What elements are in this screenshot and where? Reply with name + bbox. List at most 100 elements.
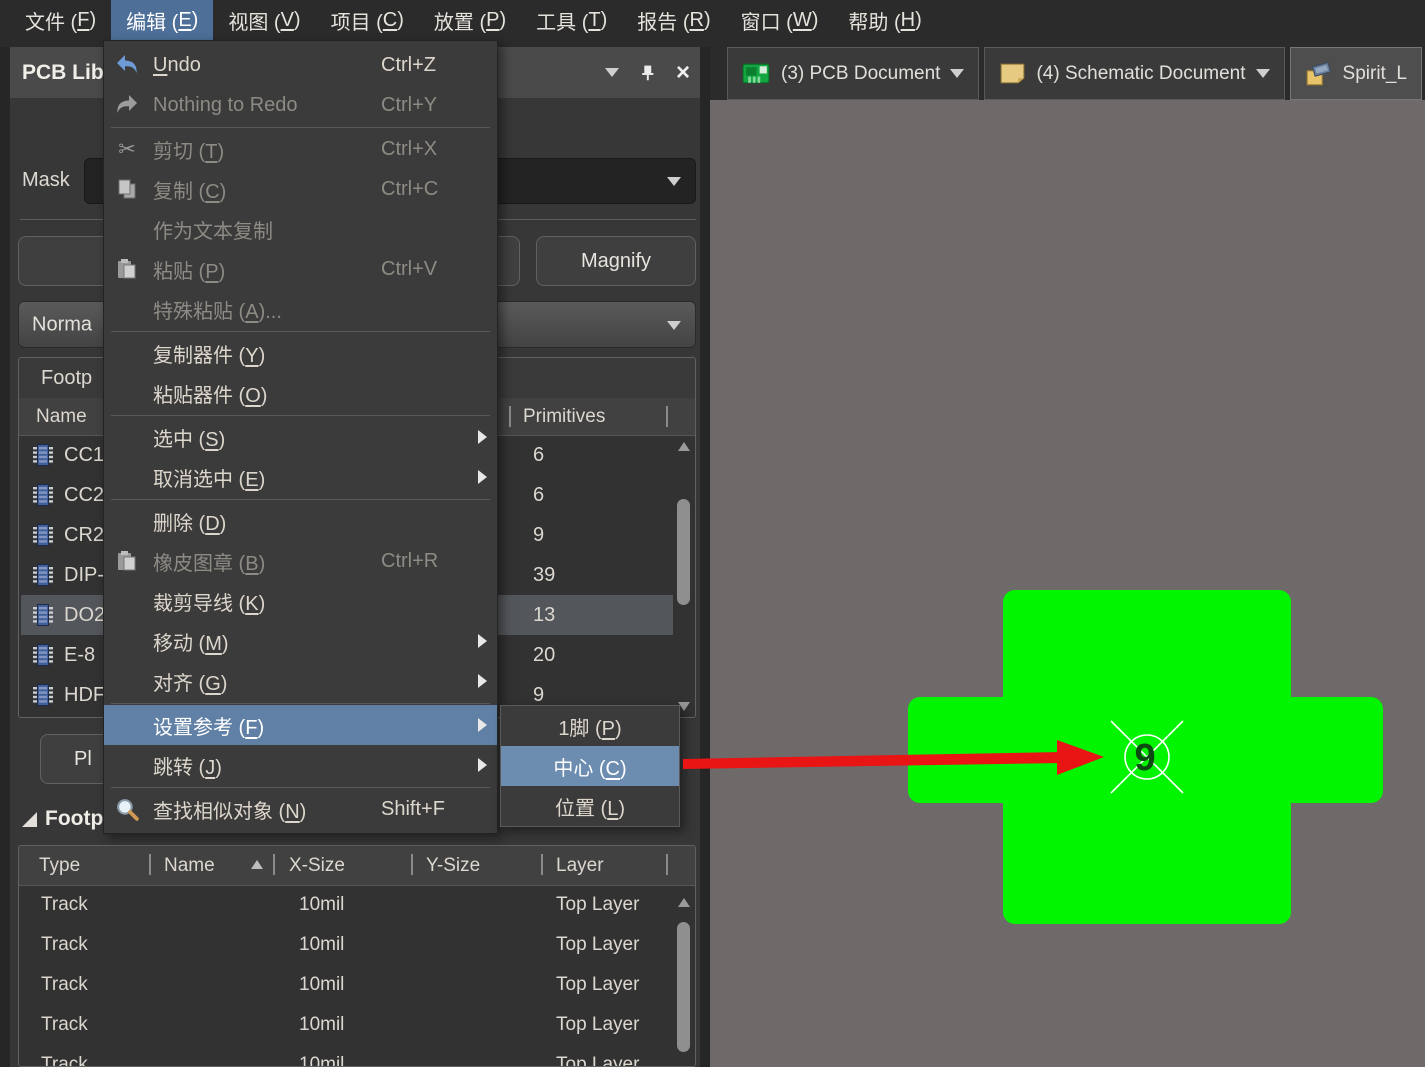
panel-menu-icon[interactable] (605, 68, 619, 77)
menu-item-label: 设置参考 (F) (153, 711, 264, 740)
menu-item-label: 复制器件 (Y) (153, 339, 265, 368)
footprint-primitives-section-header[interactable]: Footp (22, 807, 103, 831)
chip-icon (30, 482, 56, 508)
document-tab-pcb-document[interactable]: (3) PCB Document (727, 47, 979, 100)
menu-item-select[interactable]: 选中 (S) (104, 417, 497, 457)
pin-icon[interactable] (639, 64, 656, 81)
menu-item-find-similar-objects[interactable]: 查找相似对象 (N) Shift+F (104, 789, 497, 829)
menubar-item-project[interactable]: 项目 (C) (316, 0, 419, 40)
chevron-down-icon (667, 177, 681, 186)
menu-item-rubber-stamp[interactable]: 橡皮图章 (B)Ctrl+R (104, 541, 497, 581)
document-tab-label: Spirit_L (1343, 63, 1407, 85)
column-y-size[interactable]: Y-Size (426, 855, 480, 877)
primitive-row[interactable]: Track10milTop Layer (21, 965, 673, 1005)
column-type[interactable]: Type (39, 855, 80, 877)
primitive-type: Track (41, 1014, 88, 1036)
menubar-item-file[interactable]: 文件 (F) (10, 0, 111, 40)
menubar-item-edit[interactable]: 编辑 (E) (111, 0, 213, 40)
menu-item-copy-as-text[interactable]: 作为文本复制 (104, 209, 497, 249)
menu-item-set-reference[interactable]: 设置参考 (F) (104, 705, 497, 745)
altium-window: 文件 (F)编辑 (E)视图 (V)项目 (C)放置 (P)工具 (T)报告 (… (0, 0, 1425, 1067)
chip-icon (30, 602, 56, 628)
menu-item-paste-special[interactable]: 特殊粘贴 (A)... (104, 289, 497, 329)
menu-item-slice-tracks[interactable]: 裁剪导线 (K) (104, 581, 497, 621)
primitive-x-size: 10mil (299, 934, 344, 956)
primitive-row[interactable]: Track10milTop Layer (21, 885, 673, 925)
menubar-item-tools[interactable]: 工具 (T) (521, 0, 622, 40)
primitive-layer: Top Layer (556, 1014, 639, 1036)
menu-separator (111, 499, 490, 500)
view-mode-value: Norma (32, 313, 92, 336)
menu-item-label: 中心 (C) (553, 752, 626, 781)
menubar-item-help[interactable]: 帮助 (H) (833, 0, 936, 40)
menu-item-jump[interactable]: 跳转 (J) (104, 745, 497, 785)
chevron-down-icon[interactable] (950, 69, 964, 78)
primitive-x-size: 10mil (299, 894, 344, 916)
menu-item-undo[interactable]: UndoCtrl+Z (104, 45, 497, 85)
magnify-button[interactable]: Magnify (536, 236, 696, 286)
primitive-type: Track (41, 894, 88, 916)
menubar-item-reports[interactable]: 报告 (R) (622, 0, 725, 40)
menu-item-duplicate-component[interactable]: 复制器件 (Y) (104, 333, 497, 373)
primitive-row[interactable]: Track10milTop Layer (21, 1045, 673, 1067)
document-tab-spirit-library[interactable]: Spirit_L (1290, 47, 1422, 100)
menu-item-label: 特殊粘贴 (A)... (153, 295, 282, 324)
menu-item-redo[interactable]: Nothing to RedoCtrl+Y (104, 85, 497, 125)
menubar-item-window[interactable]: 窗口 (W) (726, 0, 834, 40)
menu-item-deselect[interactable]: 取消选中 (E) (104, 457, 497, 497)
menu-item-label: 跳转 (J) (153, 751, 222, 780)
menu-item-label: 粘贴 (P) (153, 255, 225, 284)
primitives-table-scrollbar[interactable] (675, 888, 693, 1066)
submenu-item-center[interactable]: 中心 (C) (501, 746, 679, 786)
primitive-layer: Top Layer (556, 974, 639, 996)
submenu-item-pin-1[interactable]: 1脚 (P) (501, 706, 679, 746)
menu-item-move[interactable]: 移动 (M) (104, 621, 497, 661)
edit-menu: UndoCtrl+ZNothing to RedoCtrl+Y✂剪切 (T)Ct… (103, 40, 498, 834)
submenu-item-location[interactable]: 位置 (L) (501, 786, 679, 826)
menubar: 文件 (F)编辑 (E)视图 (V)项目 (C)放置 (P)工具 (T)报告 (… (0, 0, 1425, 40)
column-name[interactable]: Name (164, 855, 215, 877)
footprint-primitives-count: 6 (533, 484, 544, 507)
menu-separator (111, 331, 490, 332)
menu-item-shortcut: Ctrl+V (381, 258, 437, 281)
scroll-up-icon[interactable] (678, 442, 690, 451)
chevron-down-icon[interactable] (1256, 69, 1270, 78)
chip-icon (30, 562, 56, 588)
primitive-x-size: 10mil (299, 1014, 344, 1036)
primitive-row[interactable]: Track 10mil Top Layer (21, 1005, 673, 1045)
pad-center-crosshair-icon[interactable]: 9 (1102, 712, 1192, 802)
primitive-type: Track (41, 934, 88, 956)
menu-item-align[interactable]: 对齐 (G) (104, 661, 497, 701)
primitive-x-size: 10mil (299, 1054, 344, 1067)
scroll-up-icon[interactable] (678, 898, 690, 907)
menu-item-paste[interactable]: 粘贴 (P) Ctrl+V (104, 249, 497, 289)
menu-item-delete[interactable]: 删除 (D) (104, 501, 497, 541)
primitive-type: Track (41, 974, 88, 996)
column-name[interactable]: Name (36, 406, 87, 428)
menu-item-cut[interactable]: ✂剪切 (T)Ctrl+X (104, 129, 497, 169)
menu-item-label: 移动 (M) (153, 627, 229, 656)
chip-icon (30, 642, 56, 668)
menu-item-shortcut: Shift+F (381, 798, 445, 821)
footprints-scrollbar[interactable] (675, 437, 693, 715)
menubar-item-view[interactable]: 视图 (V) (213, 0, 315, 40)
column-x-size[interactable]: X-Size (289, 855, 345, 877)
footprint-name: DIP- (64, 564, 104, 587)
primitives-table-group: Type Name X-Size Y-Size Layer Track 10mil Top … (18, 845, 696, 1067)
menu-item-copy[interactable]: 复制 (C)Ctrl+C (104, 169, 497, 209)
menu-item-label: 查找相似对象 (N) (153, 795, 306, 824)
menu-item-shortcut: Ctrl+Z (381, 54, 436, 77)
menubar-item-place[interactable]: 放置 (P) (419, 0, 521, 40)
document-tabbar: (3) PCB Document(4) Schematic Document Sp… (710, 47, 1425, 100)
menu-item-paste-component[interactable]: 粘贴器件 (O) (104, 373, 497, 413)
submenu-arrow-icon (478, 758, 487, 772)
scrollbar-thumb[interactable] (677, 922, 690, 1052)
close-icon[interactable]: × (676, 61, 690, 85)
column-layer[interactable]: Layer (556, 855, 604, 877)
document-tab-schematic-document[interactable]: (4) Schematic Document (984, 47, 1284, 100)
column-primitives[interactable]: Primitives (523, 406, 605, 428)
scissors-icon: ✂ (104, 137, 150, 162)
pcb-canvas[interactable]: 9 (710, 100, 1425, 1067)
primitive-row[interactable]: Track10milTop Layer (21, 925, 673, 965)
scrollbar-thumb[interactable] (677, 499, 690, 605)
